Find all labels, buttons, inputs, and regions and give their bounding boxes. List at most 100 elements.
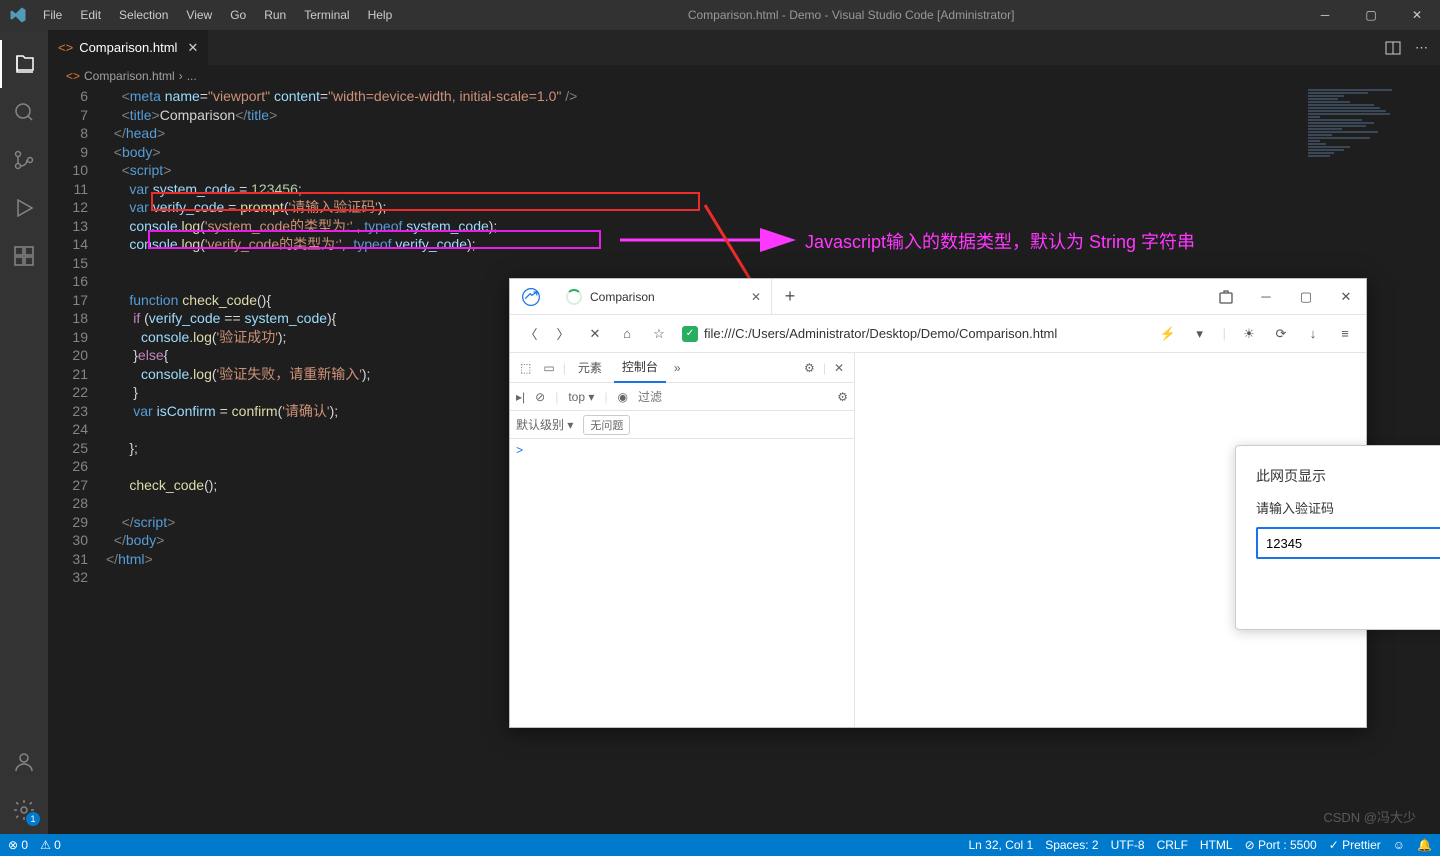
devtools-left: ⬚ ▭ | 元素 控制台 » ⚙ | ✕ ▸| ⊘ | top ▾ | ◉ ⚙ [510,353,855,727]
stop-button[interactable]: ✕ [586,326,604,342]
status-prettier[interactable]: ✓ Prettier [1329,838,1381,852]
home-button[interactable]: ⌂ [618,326,636,341]
status-language[interactable]: HTML [1200,838,1233,852]
minimap[interactable] [1308,88,1428,188]
account-icon[interactable] [0,738,48,786]
browser-tab-title: Comparison [590,290,743,304]
tab-close-icon[interactable]: ✕ [187,40,198,56]
minimize-button[interactable]: ─ [1302,0,1348,30]
activity-bar: 1 [0,30,48,834]
browser-tab-close-icon[interactable]: ✕ [751,290,761,304]
breadcrumb-rest: ... [187,69,197,83]
favorite-button[interactable]: ☆ [650,326,668,342]
browser-minimize-button[interactable]: ─ [1246,279,1286,315]
more-actions-icon[interactable]: ⋯ [1415,40,1428,56]
editor-tab[interactable]: <> Comparison.html ✕ [48,30,209,65]
status-eol[interactable]: CRLF [1157,838,1188,852]
maximize-button[interactable]: ▢ [1348,0,1394,30]
refresh-icon[interactable]: ⟳ [1272,326,1290,342]
forward-button[interactable]: 〉 [554,324,572,343]
theme-icon[interactable]: ☀ [1240,326,1258,342]
prompt-message: 请输入验证码 [1256,498,1440,517]
status-errors[interactable]: ⊗ 0 [8,838,28,852]
menu-go[interactable]: Go [222,4,254,26]
menu-file[interactable]: File [35,4,70,26]
status-warnings[interactable]: ⚠ 0 [40,838,61,852]
html-file-icon: <> [58,40,73,55]
status-port[interactable]: ⊘ Port : 5500 [1245,838,1317,852]
filter-settings-icon[interactable]: ⚙ [837,390,848,404]
breadcrumb-file: Comparison.html [84,69,175,83]
source-control-icon[interactable] [0,136,48,184]
log-level-selector[interactable]: 默认级别 ▾ [516,416,573,433]
window-controls: ─ ▢ ✕ [1302,0,1440,30]
menu-view[interactable]: View [178,4,220,26]
annotation-text: Javascript输入的数据类型，默认为 String 字符串 [805,228,1195,254]
split-editor-icon[interactable] [1385,40,1401,56]
devtools-tab-elements[interactable]: 元素 [570,353,610,383]
filter-input[interactable] [638,390,827,404]
clear-console-icon[interactable]: ⊘ [535,390,545,404]
inspect-icon[interactable]: ⬚ [516,361,535,375]
status-feedback-icon[interactable]: ☺ [1393,838,1405,852]
loading-spinner-icon [566,289,582,305]
devtools-filter-row: ▸| ⊘ | top ▾ | ◉ ⚙ [510,383,854,411]
eye-icon[interactable]: ◉ [618,390,628,404]
browser-logo-icon [510,287,552,307]
explorer-icon[interactable] [0,40,48,88]
settings-badge: 1 [26,812,40,826]
devtools-tabs: ⬚ ▭ | 元素 控制台 » ⚙ | ✕ [510,353,854,383]
browser-extension-icon[interactable] [1206,279,1246,315]
devtools-close-icon[interactable]: ✕ [830,361,848,375]
devtools-tab-console[interactable]: 控制台 [614,353,666,383]
status-bar: ⊗ 0 ⚠ 0 Ln 32, Col 1 Spaces: 2 UTF-8 CRL… [0,834,1440,856]
dropdown-icon[interactable]: ▾ [1191,326,1209,342]
sidebar-toggle-icon[interactable]: ▸| [516,390,525,404]
editor-tab-bar: <> Comparison.html ✕ ⋯ [48,30,1440,65]
line-gutter: 6789101112131415161718192021222324252627… [48,87,106,834]
browser-toolbar: 〈 〉 ✕ ⌂ ☆ ✓ file:///C:/Users/Administrat… [510,315,1366,353]
status-position[interactable]: Ln 32, Col 1 [968,838,1033,852]
device-icon[interactable]: ▭ [539,361,558,375]
tab-actions: ⋯ [1385,30,1440,65]
status-bell-icon[interactable]: 🔔 [1417,838,1432,852]
flash-icon[interactable]: ⚡ [1159,326,1177,342]
prompt-header: 此网页显示 [1256,466,1440,486]
search-icon[interactable] [0,88,48,136]
devtools-level-row: 默认级别 ▾ 无问题 [510,411,854,439]
address-bar[interactable]: ✓ file:///C:/Users/Administrator/Desktop… [682,326,1145,342]
menu-selection[interactable]: Selection [111,4,176,26]
run-debug-icon[interactable] [0,184,48,232]
security-shield-icon: ✓ [682,326,698,342]
browser-title-bar: Comparison ✕ + ─ ▢ ✕ [510,279,1366,315]
prompt-input[interactable] [1256,527,1440,559]
settings-icon[interactable]: 1 [0,786,48,834]
url-text: file:///C:/Users/Administrator/Desktop/D… [704,326,1057,341]
context-selector[interactable]: top ▾ [568,390,594,404]
status-encoding[interactable]: UTF-8 [1111,838,1145,852]
browser-tab[interactable]: Comparison ✕ [552,279,772,315]
menu-terminal[interactable]: Terminal [296,4,357,26]
menu-icon[interactable]: ≡ [1336,326,1354,341]
new-tab-button[interactable]: + [772,286,808,307]
browser-close-button[interactable]: ✕ [1326,279,1366,315]
devtools-settings-icon[interactable]: ⚙ [800,361,819,375]
breadcrumb-sep: › [179,69,183,83]
back-button[interactable]: 〈 [522,324,540,343]
more-tabs-icon[interactable]: » [670,361,685,375]
download-icon[interactable]: ↓ [1304,326,1322,341]
vscode-logo-icon [0,6,35,24]
devtools-panel: ⬚ ▭ | 元素 控制台 » ⚙ | ✕ ▸| ⊘ | top ▾ | ◉ ⚙ [510,353,1366,727]
close-button[interactable]: ✕ [1394,0,1440,30]
status-spaces[interactable]: Spaces: 2 [1045,838,1098,852]
menu-edit[interactable]: Edit [72,4,109,26]
no-issues-badge[interactable]: 无问题 [583,415,630,435]
console-output[interactable]: > [510,439,854,727]
menu-run[interactable]: Run [256,4,294,26]
extensions-icon[interactable] [0,232,48,280]
menu-help[interactable]: Help [360,4,401,26]
browser-page-content: 此网页显示 请输入验证码 确定 取消 [855,353,1366,727]
tab-filename: Comparison.html [79,40,177,55]
breadcrumb[interactable]: <> Comparison.html › ... [48,65,1440,87]
browser-maximize-button[interactable]: ▢ [1286,279,1326,315]
